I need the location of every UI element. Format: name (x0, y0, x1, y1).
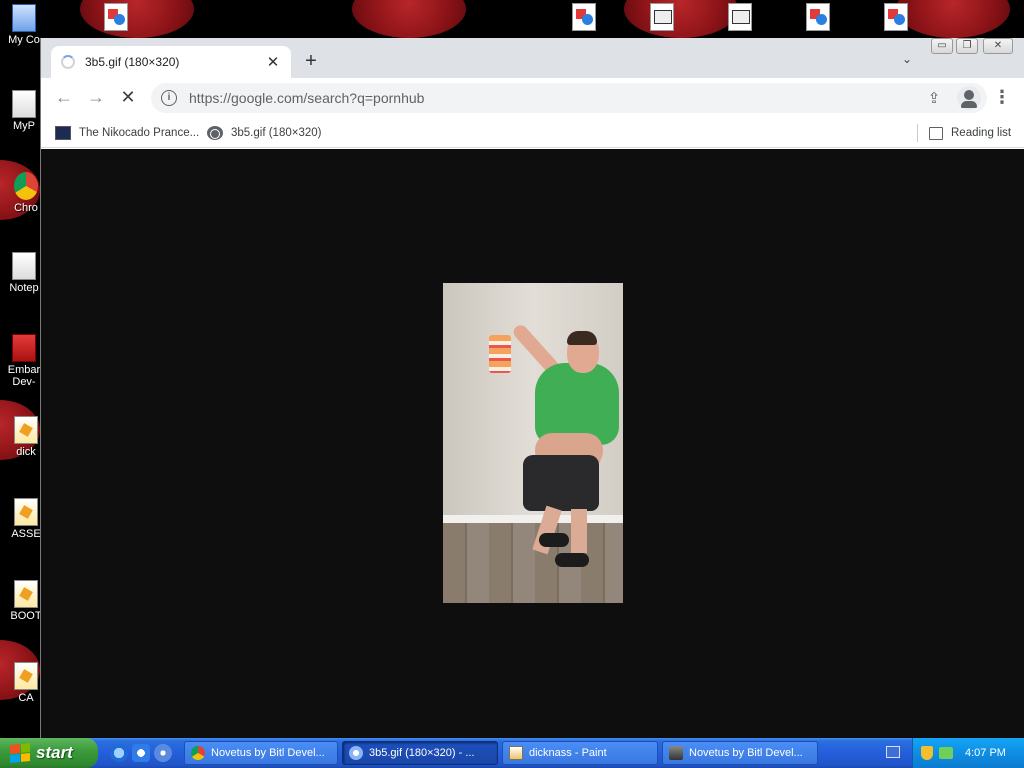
image-snack-bag (489, 335, 511, 373)
network-icon[interactable] (939, 747, 953, 759)
image-leg (571, 509, 587, 553)
image-file-icon[interactable] (572, 3, 596, 31)
taskbar-task[interactable]: dicknass - Paint (502, 741, 658, 765)
tab-close-icon[interactable]: ✕ (265, 53, 281, 71)
image-hair (567, 331, 597, 345)
paint-file-icon (14, 662, 38, 690)
bookmarks-bar: The Nikocado Prance... 3b5.gif (180×320)… (41, 118, 1024, 148)
start-button[interactable]: start (0, 738, 98, 768)
restore-button[interactable]: ❐ (956, 38, 978, 54)
paint-file-icon (14, 416, 38, 444)
security-shield-icon[interactable] (921, 746, 933, 760)
my-computer-icon (12, 4, 36, 32)
paint-icon (509, 746, 523, 760)
site-favicon-icon (55, 126, 71, 140)
quick-launch-browser-icon[interactable] (110, 744, 128, 762)
gif-image[interactable] (443, 283, 623, 603)
image-file-icon[interactable] (806, 3, 830, 31)
wallpaper-blob (80, 0, 194, 38)
wallpaper-blob (624, 0, 738, 38)
keyboard-layout-icon[interactable] (886, 746, 900, 758)
address-url[interactable]: https://google.com/search?q=pornhub (189, 90, 913, 106)
globe-icon (207, 126, 223, 140)
image-floor (443, 523, 623, 603)
taskbar-task[interactable]: Novetus by Bitl Devel... (662, 741, 818, 765)
site-info-icon[interactable]: i (161, 90, 177, 106)
bookmark-item[interactable]: The Nikocado Prance... (55, 124, 199, 142)
taskbar: start Novetus by Bitl Devel... 3b5.gif (… (0, 738, 1024, 768)
windows-logo-icon (10, 742, 30, 764)
document-file-icon[interactable] (728, 3, 752, 31)
back-button[interactable]: ← (51, 86, 77, 110)
wallpaper-blob (896, 0, 1010, 38)
task-label: Novetus by Bitl Devel... (689, 747, 803, 759)
bookmark-item[interactable]: 3b5.gif (180×320) (207, 124, 321, 142)
image-baseboard (443, 515, 623, 523)
forward-button[interactable]: → (83, 86, 109, 110)
browser-menu-icon[interactable]: ⋮ (993, 86, 1011, 110)
embarcadero-icon (12, 334, 36, 362)
tab-search-chevron-icon[interactable]: ⌄ (897, 52, 917, 72)
loading-spinner-icon (61, 55, 75, 69)
page-viewport (41, 149, 1024, 738)
clock[interactable]: 4:07 PM (965, 747, 1006, 759)
chrome-icon (14, 172, 38, 200)
browser-window: 3b5.gif (180×320) ✕ + ⌄ ▭ ❐ ✕ ← → ✕ i ht… (40, 38, 1024, 738)
task-label: dicknass - Paint (529, 747, 607, 759)
document-file-icon[interactable] (650, 3, 674, 31)
paint-file-icon (14, 498, 38, 526)
image-shoe (539, 533, 569, 547)
bookmark-label: 3b5.gif (180×320) (231, 127, 322, 139)
shortcut-icon (12, 90, 36, 118)
tab-strip: 3b5.gif (180×320) ✕ + ⌄ ▭ ❐ ✕ (41, 38, 1024, 78)
reading-list-label: Reading list (951, 127, 1012, 139)
tab-title: 3b5.gif (180×320) (85, 55, 180, 69)
image-shorts (523, 455, 599, 511)
minimize-button[interactable]: ▭ (931, 38, 953, 54)
taskbar-task[interactable]: Novetus by Bitl Devel... (184, 741, 338, 765)
address-bar[interactable]: i https://google.com/search?q=pornhub ⇪ … (151, 83, 987, 113)
chrome-icon (191, 746, 205, 760)
bookmarks-divider (917, 124, 918, 142)
share-icon[interactable]: ⇪ (923, 89, 945, 107)
new-tab-button[interactable]: + (299, 50, 323, 74)
novetus-icon (669, 746, 683, 760)
wallpaper-blob (352, 0, 466, 38)
profile-avatar-icon[interactable] (957, 86, 981, 110)
reading-list-button[interactable]: Reading list (929, 124, 1011, 142)
notepad-icon (12, 252, 36, 280)
paint-file-icon (14, 580, 38, 608)
bookmark-label: The Nikocado Prance... (79, 127, 200, 139)
browser-toolbar: ← → ✕ i https://google.com/search?q=porn… (41, 78, 1024, 118)
close-window-button[interactable]: ✕ (983, 38, 1013, 54)
task-label: Novetus by Bitl Devel... (211, 747, 325, 759)
quick-launch-explorer-icon[interactable] (132, 744, 150, 762)
quick-launch-media-icon[interactable] (154, 744, 172, 762)
stop-loading-button[interactable]: ✕ (115, 86, 141, 110)
taskbar-task-active[interactable]: 3b5.gif (180×320) - ... (342, 741, 498, 765)
start-label: start (36, 743, 73, 762)
reading-list-icon (929, 126, 943, 140)
task-label: 3b5.gif (180×320) - ... (369, 747, 475, 759)
image-file-icon[interactable] (884, 3, 908, 31)
image-shoe (555, 553, 589, 567)
chrome-icon (349, 746, 363, 760)
system-tray: 4:07 PM (912, 738, 1024, 768)
tab-active[interactable]: 3b5.gif (180×320) ✕ (51, 46, 291, 78)
